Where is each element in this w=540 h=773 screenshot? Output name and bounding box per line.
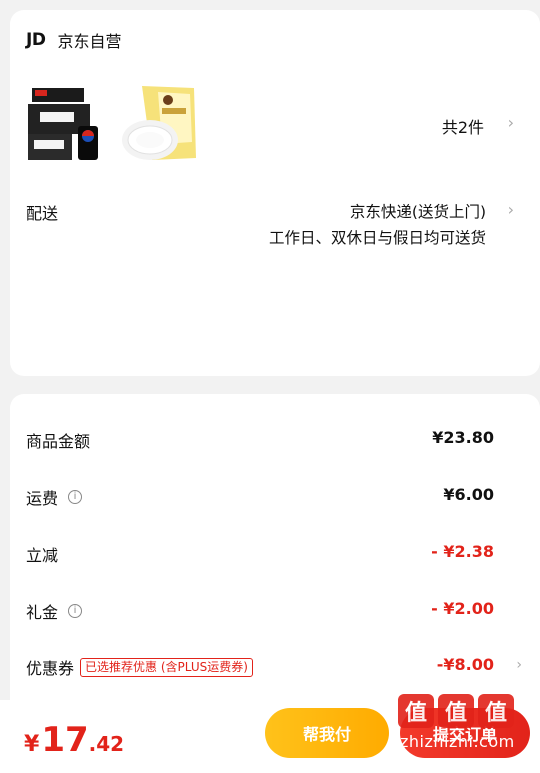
store-name: 京东自营 bbox=[57, 32, 122, 51]
instant-discount-value: - ¥2.38 bbox=[431, 542, 494, 561]
gift-money-value: - ¥2.00 bbox=[431, 599, 494, 618]
delivery-label: 配送 bbox=[26, 204, 59, 223]
shipping-label: 运费 bbox=[26, 489, 59, 508]
chevron-right-icon[interactable]: › bbox=[508, 200, 514, 219]
total-integer: 17 bbox=[41, 720, 89, 760]
coupon-label: 优惠券 bbox=[26, 659, 75, 678]
watermark-char: 值 bbox=[478, 694, 514, 728]
watermark-char: 值 bbox=[438, 694, 474, 728]
chevron-right-icon[interactable]: › bbox=[508, 113, 514, 132]
coupon-row[interactable]: 优惠券 已选推荐优惠 (含PLUS运费券) -¥8.00 › bbox=[26, 655, 524, 679]
coupon-label-group: 优惠券 已选推荐优惠 (含PLUS运费券) bbox=[26, 655, 253, 679]
watermark-url: zhizhizhi.com bbox=[400, 732, 515, 751]
gift-money-label-group: 礼金 i bbox=[26, 599, 83, 623]
shipping-value: ¥6.00 bbox=[443, 485, 494, 504]
jd-logo-icon: JD bbox=[26, 30, 46, 50]
gift-money-label: 礼金 bbox=[26, 603, 59, 622]
shipping-row: 运费 i ¥6.00 bbox=[26, 485, 524, 509]
coupon-badge[interactable]: 已选推荐优惠 (含PLUS运费券) bbox=[80, 657, 253, 677]
instant-discount-row: 立减 - ¥2.38 bbox=[26, 542, 524, 566]
goods-amount-row: 商品金额 ¥23.80 bbox=[26, 428, 524, 452]
price-summary-card: 商品金额 ¥23.80 运费 i ¥6.00 立减 - ¥2.38 礼金 i -… bbox=[10, 394, 540, 714]
watermark-char: 值 bbox=[398, 694, 434, 728]
goods-amount-value: ¥23.80 bbox=[432, 428, 494, 447]
item-count[interactable]: 共2件 bbox=[442, 114, 484, 138]
chevron-right-icon[interactable]: › bbox=[516, 657, 522, 673]
goods-amount-label: 商品金额 bbox=[26, 432, 91, 451]
info-icon[interactable]: i bbox=[68, 604, 83, 618]
shipping-label-group: 运费 i bbox=[26, 485, 83, 509]
total-decimal: .42 bbox=[88, 732, 125, 756]
coupon-value[interactable]: -¥8.00 bbox=[437, 655, 494, 674]
order-total: ¥ 17 .42 bbox=[24, 720, 124, 760]
info-icon[interactable]: i bbox=[68, 490, 83, 504]
gift-money-row: 礼金 i - ¥2.00 bbox=[26, 599, 524, 623]
pepsi-box-icon bbox=[26, 82, 106, 164]
starch-bag-icon bbox=[118, 82, 198, 164]
delivery-method[interactable]: 京东快递(送货上门) bbox=[350, 200, 486, 222]
help-pay-button[interactable]: 帮我付 bbox=[265, 708, 389, 758]
product-thumbnail-pepsi[interactable] bbox=[26, 82, 106, 164]
watermark-logo: 值 值 值 bbox=[398, 694, 514, 728]
product-thumbnail-starch[interactable] bbox=[118, 82, 198, 164]
store-header: JD 京东自营 bbox=[26, 28, 121, 52]
order-card: JD 京东自营 共2件 › 配送 京东快递(送货上门) 工作日、双休日与假日均可… bbox=[10, 10, 540, 376]
delivery-note: 工作日、双休日与假日均可送货 bbox=[268, 229, 486, 247]
total-currency: ¥ bbox=[24, 732, 40, 757]
instant-discount-label: 立减 bbox=[26, 546, 59, 565]
